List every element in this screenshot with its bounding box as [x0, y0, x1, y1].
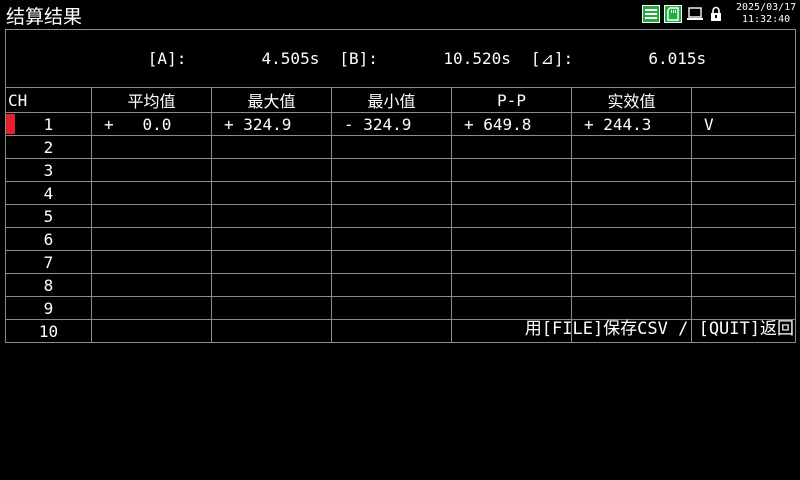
min-cell [331, 227, 452, 251]
results-table: [A]: 4.505s [B]: 10.520s [⊿]: 6.015s CH 平均值 最… [4, 29, 797, 343]
list-icon [642, 5, 660, 23]
unit-cell [690, 158, 797, 182]
header-pp: P-P [451, 87, 572, 113]
memory-card-icon [664, 5, 682, 23]
table-row[interactable]: 4 [5, 181, 797, 205]
footer-hint: 用[FILE]保存CSV / [QUIT]返回 [524, 319, 794, 339]
min-cell [331, 158, 452, 182]
min-cell [331, 296, 452, 320]
max-cell [211, 204, 332, 228]
min-cell [331, 204, 452, 228]
unit-cell [690, 135, 797, 159]
pp-cell [451, 250, 572, 274]
header-unit [690, 87, 797, 113]
table-row[interactable]: 3 [5, 158, 797, 182]
cursor-b-label: [B]: [339, 49, 378, 68]
datetime: 2025/03/17 11:32:40 [736, 2, 798, 26]
channel-cell: 6 [5, 227, 92, 251]
rms-cell [571, 204, 692, 228]
cursor-delta-value: 6.015s [648, 49, 707, 68]
avg-cell [91, 204, 212, 228]
screen-title: 结算结果 [6, 6, 83, 28]
avg-cell [91, 158, 212, 182]
pp-cell [451, 181, 572, 205]
max-cell [211, 227, 332, 251]
rms-cell: + 244.3 [571, 112, 692, 136]
unit-cell: V [690, 112, 797, 136]
avg-cell [91, 319, 212, 343]
max-cell: + 324.9 [211, 112, 332, 136]
rms-cell [571, 158, 692, 182]
avg-cell [91, 273, 212, 297]
avg-cell [91, 181, 212, 205]
avg-cell [91, 250, 212, 274]
rms-cell [571, 181, 692, 205]
channel-cell: 2 [5, 135, 92, 159]
unit-cell [690, 181, 797, 205]
avg-cell [91, 296, 212, 320]
min-cell [331, 250, 452, 274]
cursor-b-value: 10.520s [443, 49, 511, 68]
channel-cell: 5 [5, 204, 92, 228]
rms-cell [571, 250, 692, 274]
table-row[interactable]: 2 [5, 135, 797, 159]
channel-cell: 3 [5, 158, 92, 182]
table-row[interactable]: 6 [5, 227, 797, 251]
table-row[interactable]: 5 [5, 204, 797, 228]
lock-icon [708, 5, 724, 23]
rms-cell [571, 227, 692, 251]
table-row[interactable]: 8 [5, 273, 797, 297]
cursor-a-value: 4.505s [261, 49, 320, 68]
pp-cell [451, 227, 572, 251]
unit-cell [690, 250, 797, 274]
min-cell [331, 135, 452, 159]
header-min: 最小值 [331, 87, 452, 113]
avg-cell [91, 227, 212, 251]
max-cell [211, 135, 332, 159]
date-text: 2025/03/17 [736, 2, 797, 13]
rms-cell [571, 135, 692, 159]
time-text: 11:32:40 [742, 14, 791, 25]
header-rms: 实效值 [571, 87, 692, 113]
table-header-row: CH 平均值 最大值 最小值 P-P 实效值 [5, 87, 797, 113]
max-cell [211, 296, 332, 320]
channel-cell: 7 [5, 250, 92, 274]
header-max: 最大值 [211, 87, 332, 113]
min-cell [331, 181, 452, 205]
pp-cell [451, 158, 572, 182]
channel-cell: 8 [5, 273, 92, 297]
cursor-a-label: [A]: [147, 49, 187, 68]
cursor-summary-row: [A]: 4.505s [B]: 10.520s [⊿]: 6.015s [4, 29, 797, 88]
pp-cell: + 649.8 [451, 112, 572, 136]
table-row[interactable]: 7 [5, 250, 797, 274]
avg-cell [91, 135, 212, 159]
pp-cell [451, 273, 572, 297]
cursor-delta-label: [⊿]: [530, 49, 574, 68]
channel-cell: 1 [5, 112, 92, 136]
min-cell: - 324.9 [331, 112, 452, 136]
unit-cell [690, 273, 797, 297]
pc-icon [686, 5, 704, 23]
header-average: 平均值 [91, 87, 212, 113]
selected-row-marker [6, 114, 15, 134]
channel-cell: 10 [5, 319, 92, 343]
table-row[interactable]: 1 + 0.0 + 324.9 - 324.9 + 649.8 + 244.3 … [5, 112, 797, 136]
channel-cell: 4 [5, 181, 92, 205]
rms-cell [571, 273, 692, 297]
min-cell [331, 273, 452, 297]
unit-cell [690, 204, 797, 228]
unit-cell [690, 227, 797, 251]
status-bar: 2025/03/17 11:32:40 [642, 1, 798, 27]
pp-cell [451, 135, 572, 159]
max-cell [211, 319, 332, 343]
max-cell [211, 273, 332, 297]
pp-cell [451, 204, 572, 228]
min-cell [331, 319, 452, 343]
max-cell [211, 158, 332, 182]
max-cell [211, 250, 332, 274]
header-ch: CH [5, 87, 92, 113]
channel-cell: 9 [5, 296, 92, 320]
max-cell [211, 181, 332, 205]
avg-cell: + 0.0 [91, 112, 212, 136]
